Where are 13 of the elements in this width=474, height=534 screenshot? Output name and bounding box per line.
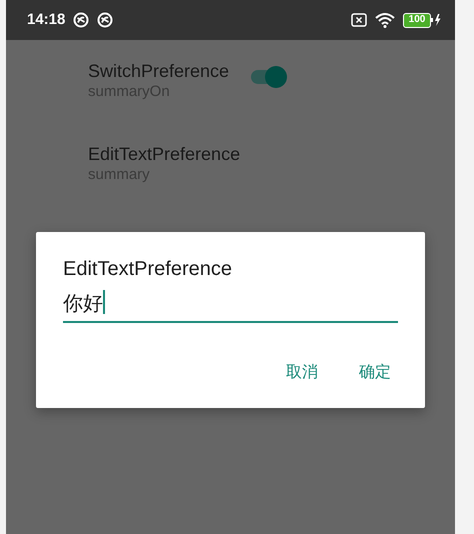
wifi-icon [375,12,395,28]
input-field[interactable]: 你好 [63,290,398,323]
charging-icon [431,13,441,27]
dialog-button[interactable]: 确定 [359,357,391,389]
sim-card-icon [351,13,367,27]
preference-title: EditTextPreference [88,143,240,165]
battery-indicator: 100 [403,12,431,28]
status-time: 14:18 [27,10,66,30]
dialog-button[interactable]: 取消 [286,357,318,389]
dialog-title: EditTextPreference [63,257,233,282]
preference-title: SwitchPreference [88,60,230,82]
notification-icon [73,12,90,28]
notification-icon [97,12,114,28]
